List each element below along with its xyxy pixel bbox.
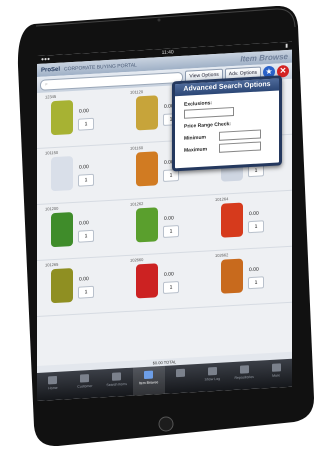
product-image[interactable] bbox=[136, 207, 158, 243]
product-tile[interactable]: 101262 0.00 1 bbox=[122, 195, 207, 257]
product-code: 101262 bbox=[130, 201, 144, 207]
tab-more[interactable]: More bbox=[260, 359, 292, 389]
product-price: 0.00 bbox=[79, 276, 89, 283]
minimum-field[interactable] bbox=[219, 129, 261, 141]
tab-label: Search Items bbox=[106, 381, 127, 388]
app-screen: ●●● 11:40 ▮ ProSel CORPORATE BUYING PORT… bbox=[37, 41, 292, 401]
product-price: 0.00 bbox=[164, 271, 174, 278]
exclusions-field[interactable] bbox=[184, 106, 234, 119]
product-image[interactable] bbox=[51, 267, 73, 304]
camera-icon bbox=[157, 18, 161, 22]
tab-icon bbox=[112, 372, 122, 381]
tab-icon bbox=[207, 366, 217, 376]
product-code: 101160 bbox=[130, 145, 144, 151]
battery-icon: ▮ bbox=[285, 42, 288, 50]
product-code: 101150 bbox=[45, 149, 59, 156]
tab-label: More bbox=[272, 373, 281, 378]
product-code: 101200 bbox=[45, 205, 59, 212]
tab-icon bbox=[239, 365, 249, 374]
status-time: 11:40 bbox=[161, 49, 174, 57]
tab-search-items[interactable]: Search Items bbox=[101, 368, 133, 398]
brand-logo: ProSel bbox=[41, 66, 61, 74]
product-tile[interactable]: 101150 0.00 1 bbox=[37, 144, 122, 205]
product-image[interactable] bbox=[51, 155, 73, 192]
product-tile[interactable]: 101265 0.00 1 bbox=[37, 256, 122, 317]
product-code: 102660 bbox=[130, 257, 144, 263]
price-range-label: Price Range Check: bbox=[184, 121, 231, 130]
product-tile[interactable]: 102662 0.00 1 bbox=[207, 246, 292, 308]
page-title: Item Browse bbox=[240, 51, 288, 64]
product-code: 102662 bbox=[215, 252, 229, 259]
tab-icon bbox=[48, 375, 58, 385]
quantity-field[interactable]: 1 bbox=[248, 220, 264, 234]
tab-label: Repositories bbox=[234, 374, 254, 380]
tab-home[interactable]: Home bbox=[37, 371, 69, 401]
quantity-field[interactable]: 1 bbox=[248, 276, 264, 290]
tab-customer[interactable]: Customer bbox=[69, 369, 101, 399]
product-code: 101120 bbox=[130, 89, 144, 95]
quantity-field[interactable]: 1 bbox=[78, 173, 94, 187]
product-image[interactable] bbox=[136, 263, 158, 299]
product-tile[interactable]: 101264 0.00 1 bbox=[207, 190, 292, 252]
product-image[interactable] bbox=[136, 151, 158, 187]
quantity-field[interactable]: 1 bbox=[78, 229, 94, 243]
product-code: 101265 bbox=[45, 261, 59, 268]
product-image[interactable] bbox=[221, 258, 243, 294]
minimum-label: Minimum bbox=[184, 134, 206, 142]
product-price: 0.00 bbox=[79, 164, 89, 171]
product-price: 0.00 bbox=[249, 210, 259, 218]
maximum-label: Maximum bbox=[184, 146, 208, 154]
product-image[interactable] bbox=[51, 99, 73, 136]
product-tile[interactable]: 12345 0.00 1 bbox=[37, 88, 122, 149]
quantity-field[interactable]: 1 bbox=[78, 117, 94, 131]
product-tile[interactable]: 102660 0.00 1 bbox=[122, 251, 207, 313]
tab-label: Customer bbox=[77, 383, 93, 389]
exclusions-label: Exclusions: bbox=[184, 100, 213, 108]
product-price: 0.00 bbox=[164, 215, 174, 222]
product-price: 0.00 bbox=[79, 108, 89, 115]
tab-repositories[interactable]: Repositories bbox=[228, 361, 260, 391]
product-image[interactable] bbox=[51, 211, 73, 248]
tab-icon bbox=[175, 368, 185, 378]
quantity-field[interactable]: 1 bbox=[163, 281, 179, 294]
tab-icon bbox=[144, 370, 154, 380]
product-code: 101264 bbox=[215, 196, 229, 203]
tab-item-browse[interactable]: Item Browse bbox=[132, 365, 165, 396]
product-tile[interactable]: 101200 0.00 1 bbox=[37, 200, 122, 261]
tab-show-log[interactable]: Show Log bbox=[196, 362, 228, 392]
product-image[interactable] bbox=[136, 95, 158, 131]
ipad-device: ●●● 11:40 ▮ ProSel CORPORATE BUYING PORT… bbox=[14, 6, 316, 446]
quantity-field[interactable]: 1 bbox=[163, 225, 179, 238]
tab-label: Item Browse bbox=[138, 380, 159, 386]
maximum-field[interactable] bbox=[219, 141, 261, 153]
tab-label: Home bbox=[48, 385, 58, 391]
product-price: 0.00 bbox=[79, 220, 89, 227]
product-price: 0.00 bbox=[249, 266, 259, 274]
quantity-field[interactable]: 1 bbox=[78, 285, 94, 299]
product-code: 12345 bbox=[45, 93, 57, 100]
carrier-icon: ●●● bbox=[41, 56, 51, 63]
advanced-search-popover: Advanced Search Options Exclusions: Pric… bbox=[172, 75, 282, 172]
tab-blank[interactable] bbox=[165, 364, 197, 394]
tab-icon bbox=[80, 374, 90, 383]
product-image[interactable] bbox=[221, 202, 243, 238]
tab-label: Show Log bbox=[204, 376, 221, 382]
popover-title: Advanced Search Options bbox=[175, 78, 279, 97]
tab-icon bbox=[271, 363, 281, 372]
home-button bbox=[158, 416, 174, 432]
